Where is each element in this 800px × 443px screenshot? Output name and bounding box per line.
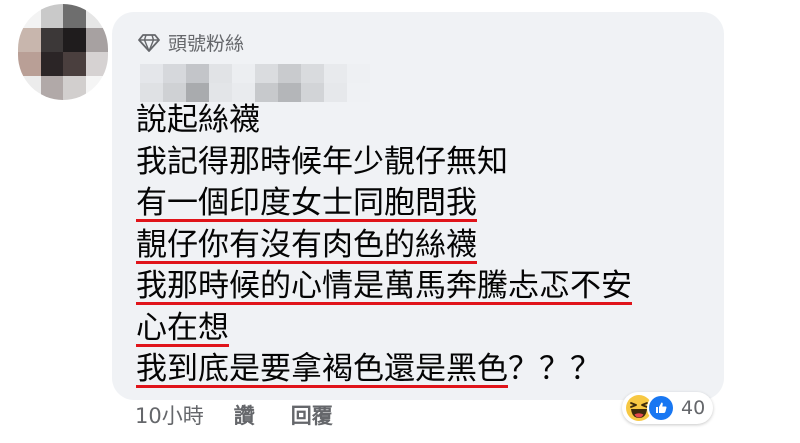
comment-line-text: 我記得那時候年少靚仔無知 (136, 143, 508, 180)
comment-line: 我到底是要拿褐色還是黑色？？？ (136, 349, 632, 391)
comment-actions: 10小時 讚 回覆 (135, 400, 333, 430)
comment-line-text-underlined: 心在想 (136, 309, 229, 346)
comment-text: 說起絲襪 我記得那時候年少靚仔無知 有一個印度女士同胞問我 靚仔你有沒有肉色的絲… (136, 100, 632, 391)
comment-line-text-underlined: 我到底是要拿褐色還是黑色 (136, 351, 508, 387)
comment-line: 我記得那時候年少靚仔無知 (136, 142, 632, 184)
diamond-icon (138, 33, 160, 53)
avatar[interactable] (18, 4, 108, 100)
comment-line: 靚仔你有沒有肉色的絲襪 (136, 225, 632, 267)
reply-button[interactable]: 回覆 (291, 400, 333, 430)
comment-line-text-underlined: 我那時候的心情是萬馬奔騰忐忑不安 (136, 268, 632, 304)
badge-label: 頭號粉絲 (168, 33, 245, 55)
comment-line: 說起絲襪 (136, 100, 632, 142)
comment-line: 心在想 (136, 308, 632, 350)
comment-line: 我那時候的心情是萬馬奔騰忐忑不安 (136, 266, 632, 308)
comment-line: 有一個印度女士同胞問我 (136, 183, 632, 225)
reaction-count: 40 (681, 397, 706, 419)
comment-screenshot: 頭號粉絲 說起絲襪 我記得那時候年少靚仔無知 有一個印度女士同胞問我 靚仔你有沒… (0, 0, 800, 443)
like-button[interactable]: 讚 (234, 400, 255, 430)
top-fan-badge[interactable]: 頭號粉絲 (138, 29, 244, 56)
reactions-summary[interactable]: 40 (622, 392, 714, 424)
commenter-name-blurred[interactable] (140, 64, 370, 102)
comment-line-text-underlined: 靚仔你有沒有肉色的絲襪 (136, 226, 477, 263)
thumbs-up-icon (647, 394, 675, 422)
comment-line-text-underlined: 有一個印度女士同胞問我 (136, 185, 477, 221)
comment-line-suffix: ？？？ (508, 351, 601, 387)
timestamp-link[interactable]: 10小時 (135, 400, 204, 430)
comment-bubble: 頭號粉絲 說起絲襪 我記得那時候年少靚仔無知 有一個印度女士同胞問我 靚仔你有沒… (112, 12, 724, 400)
comment-line-text: 說起絲襪 (136, 102, 260, 138)
